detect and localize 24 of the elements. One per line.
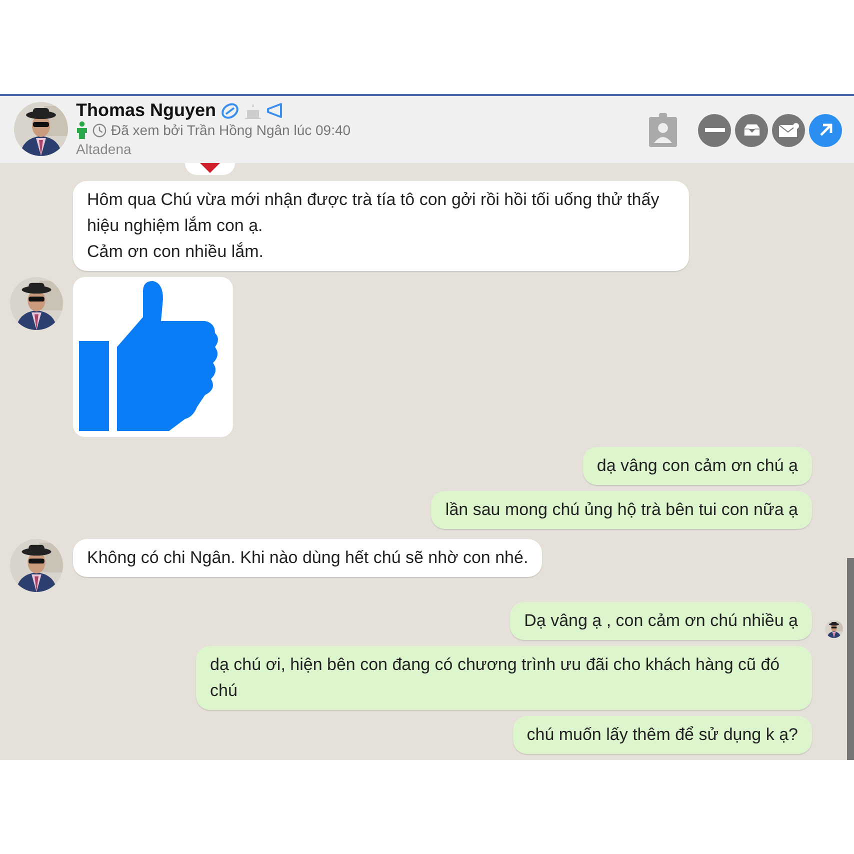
inbox-button[interactable] xyxy=(735,114,768,146)
contact-name: Thomas Nguyen xyxy=(76,100,216,121)
arrow-icon xyxy=(818,122,834,138)
person-icon xyxy=(76,121,88,139)
link-icon[interactable] xyxy=(220,102,240,120)
message-bubble: Dạ vâng ạ , con cảm ơn chú nhiều ạ xyxy=(510,602,812,640)
seen-status: Đã xem bởi Trần Hồng Ngân lúc 09:40 xyxy=(111,122,351,138)
message-bubble: dạ vâng con cảm ơn chú ạ xyxy=(582,447,812,485)
minus-icon xyxy=(704,128,724,132)
inbox-icon xyxy=(742,123,760,137)
megaphone-icon[interactable] xyxy=(266,102,284,120)
message-bubble: chú muốn lấy thêm để sử dụng k ạ? xyxy=(512,716,812,754)
minimize-button[interactable] xyxy=(698,114,731,146)
open-external-button[interactable] xyxy=(809,114,842,146)
contact-card-icon[interactable] xyxy=(648,112,678,148)
message-bubble: Hôm qua Chú vừa mới nhận được trà tía tô con gởi rồi hồi tối uống thử thấy hiệu nghiệm lắm con ạ. Cảm ơn con nhiều lắm. xyxy=(73,181,689,271)
message-bubble: dạ chú ơi, hiện bên con đang có chương trình ưu đãi cho khách hàng cũ đó chú xyxy=(196,646,812,710)
location-text: Altadena xyxy=(76,141,132,157)
mail-icon xyxy=(778,122,800,138)
mail-button[interactable] xyxy=(772,114,805,146)
clock-icon xyxy=(92,122,107,138)
scrollbar-thumb[interactable] xyxy=(847,558,854,760)
message-bubble: Không có chi Ngân. Khi nào dùng hết chú sẽ nhờ con nhé. xyxy=(73,539,542,577)
message-bubble: lần sau mong chú ủng hộ trà bên tui con nữa ạ xyxy=(431,491,812,529)
